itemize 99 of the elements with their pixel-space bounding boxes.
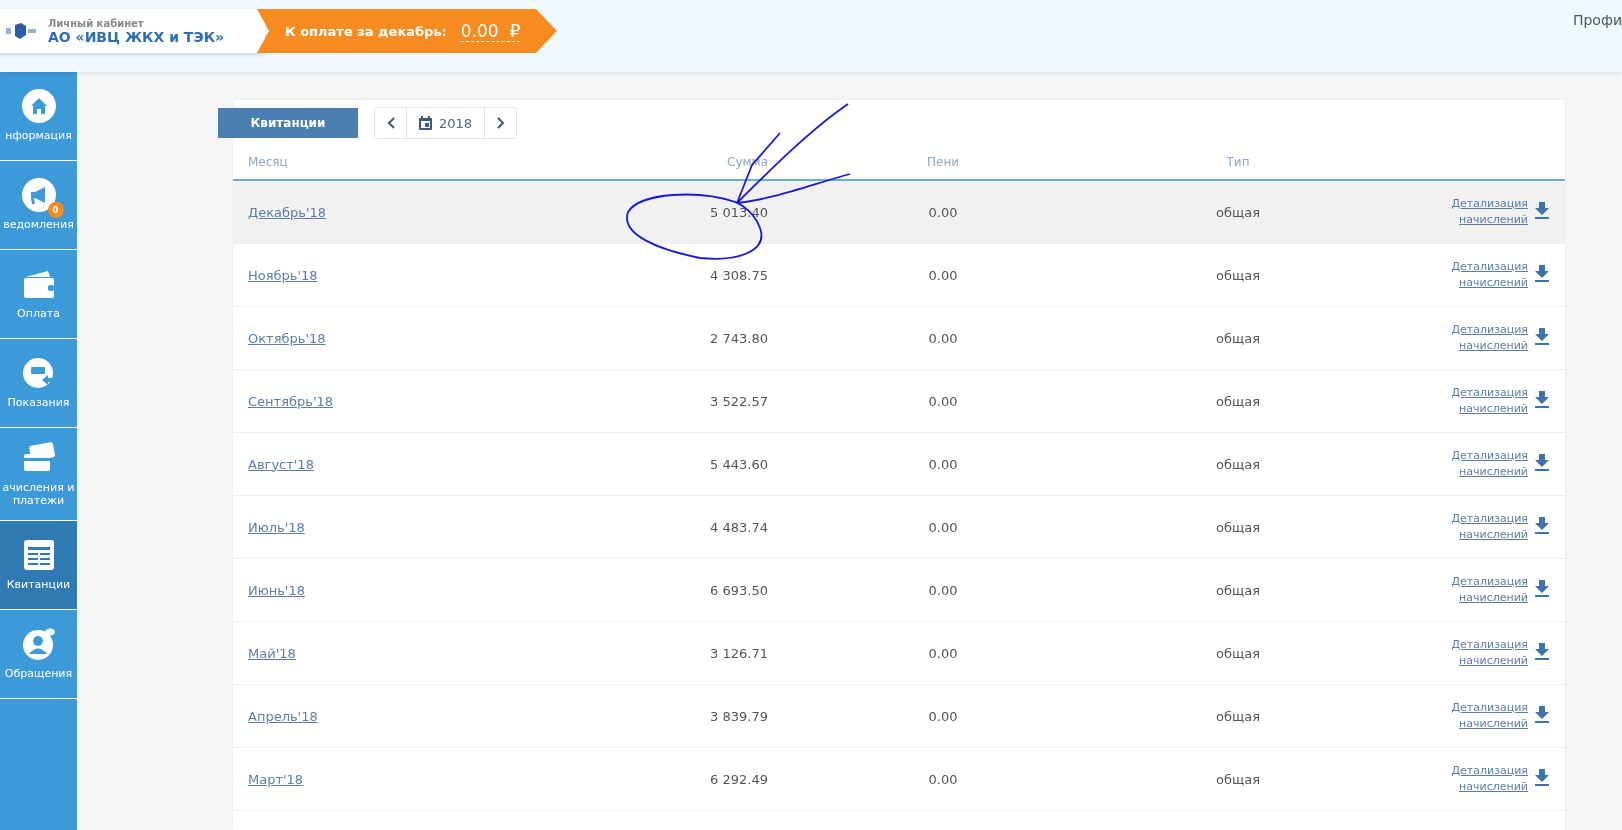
profile-link[interactable]: Профи (1572, 12, 1622, 28)
month-link[interactable]: Июль'18 (248, 519, 305, 535)
type-cell-text: общая (1215, 519, 1261, 535)
sidebar-label: Показания (7, 396, 70, 410)
penalty-cell-text: 0.00 (927, 393, 959, 409)
month-link[interactable]: Март'18 (248, 771, 304, 787)
download-icon[interactable] (1533, 391, 1550, 408)
month-link[interactable]: Август'18 (248, 456, 314, 472)
download-icon[interactable] (1533, 769, 1550, 786)
month-link[interactable]: Сентябрь'18 (248, 393, 333, 409)
penalty-cell-text: 0.00 (927, 456, 959, 472)
type-cell-text: общая (1215, 204, 1261, 220)
penalty-cell-text: 0.00 (927, 582, 959, 598)
type-cell-text: общая (1215, 267, 1261, 283)
year-picker[interactable]: 2018 (407, 108, 485, 138)
details-link[interactable]: Детализация начислений (1418, 447, 1528, 481)
meter-chat-icon (21, 356, 56, 391)
notification-badge: 0 (47, 202, 64, 219)
type-cell-text: общая (1215, 708, 1261, 724)
penalty-cell-text: 0.00 (927, 330, 959, 346)
details-link[interactable]: Детализация начислений (1418, 258, 1528, 292)
details-link[interactable]: Детализация начислений (1418, 510, 1528, 544)
details-link[interactable]: Детализация начислений (1418, 699, 1528, 733)
details-link[interactable]: Детализация начислений (1418, 636, 1528, 670)
calendar-icon (419, 116, 432, 130)
next-year-button[interactable] (484, 108, 517, 138)
megaphone-icon (21, 178, 56, 213)
company-name: АО «ИВЦ ЖКХ и ТЭК» (48, 28, 225, 45)
details-link[interactable]: Детализация начислений (1418, 573, 1528, 607)
sidebar-item[interactable]: Квитанции (0, 521, 77, 610)
sum-cell-text: 3 522.57 (709, 393, 769, 409)
home-icon (21, 89, 56, 124)
download-icon[interactable] (1533, 580, 1550, 597)
person-chat-icon (21, 627, 56, 662)
sidebar-label: Оплата (17, 307, 60, 321)
type-cell-text: общая (1215, 582, 1261, 598)
previous-year-button[interactable] (375, 108, 407, 138)
logo-icon (6, 23, 36, 39)
details-link[interactable]: Детализация начислений (1418, 384, 1528, 418)
sum-cell-text: 5 443.60 (709, 456, 769, 472)
penalty-cell-text: 0.00 (927, 708, 959, 724)
table-row[interactable]: Октябрь'18 2 743.80 0.00 общая Детализация начислений (233, 307, 1565, 370)
sidebar-label: ачисления и платежи (1, 480, 76, 508)
column-header: Месяц (248, 155, 289, 169)
cabinet-label: Личный кабинет (48, 17, 145, 29)
table-row[interactable]: Июль'18 4 483.74 0.00 общая Детализация начислений (233, 496, 1565, 559)
payment-amount[interactable]: 0.00 ₽ (460, 20, 521, 42)
sum-cell-text: 4 308.75 (709, 267, 769, 283)
sum-cell-text: 2 743.80 (709, 330, 769, 346)
download-icon[interactable] (1533, 454, 1550, 471)
type-cell-text: общая (1215, 393, 1261, 409)
sum-cell-text: 6 292.49 (709, 771, 769, 787)
download-icon[interactable] (1533, 643, 1550, 660)
penalty-cell-text: 0.00 (927, 519, 959, 535)
penalty-cell-text: 0.00 (927, 267, 959, 283)
penalty-cell-text: 0.00 (927, 204, 959, 220)
sum-cell-text: 6 693.50 (709, 582, 769, 598)
table-row[interactable]: Июнь'18 6 693.50 0.00 общая Детализация начислений (233, 559, 1565, 622)
download-icon[interactable] (1533, 517, 1550, 534)
chevron-left-icon (386, 117, 395, 129)
month-link[interactable]: Ноябрь'18 (248, 267, 318, 283)
column-header: Пени (925, 155, 961, 169)
details-link[interactable]: Детализация начислений (1418, 321, 1528, 355)
table-row[interactable]: Март'18 6 292.49 0.00 общая Детализация начислений (233, 748, 1565, 811)
month-link[interactable]: Октябрь'18 (248, 330, 326, 346)
sidebar-label: Квитанции (6, 578, 71, 592)
payment-label: К оплате за декабрь: (285, 23, 447, 39)
column-header: Тип (1225, 155, 1251, 169)
receipts-button[interactable]: Квитанции (218, 108, 358, 138)
penalty-cell-text: 0.00 (927, 771, 959, 787)
sum-cell-text: 3 126.71 (709, 645, 769, 661)
sidebar-label: Обращения (4, 667, 73, 681)
sidebar-label: нформация (5, 129, 72, 143)
sum-cell-text: 4 483.74 (709, 519, 769, 535)
table-row[interactable]: Ноябрь'18 4 308.75 0.00 общая Детализация начислений (233, 244, 1565, 307)
month-link[interactable]: Май'18 (248, 645, 296, 661)
type-cell-text: общая (1215, 645, 1261, 661)
month-link[interactable]: Апрель'18 (248, 708, 318, 724)
table-row[interactable]: Август'18 5 443.60 0.00 общая Детализация начислений (233, 433, 1565, 496)
table-row[interactable]: Апрель'18 3 839.79 0.00 общая Детализация начислений (233, 685, 1565, 748)
year-label: 2018 (439, 115, 473, 131)
download-icon[interactable] (1533, 328, 1550, 345)
download-icon[interactable] (1533, 706, 1550, 723)
download-icon[interactable] (1533, 265, 1550, 282)
chevron-right-icon (496, 117, 505, 129)
details-link[interactable]: Детализация начислений (1418, 762, 1528, 796)
receipt-icon (21, 538, 56, 573)
sum-cell-text: 3 839.79 (709, 708, 769, 724)
table-row[interactable]: Сентябрь'18 3 522.57 0.00 общая Детализация начислений (233, 370, 1565, 433)
type-cell-text: общая (1215, 330, 1261, 346)
penalty-cell-text: 0.00 (927, 645, 959, 661)
download-icon[interactable] (1533, 202, 1550, 219)
month-link[interactable]: Декабрь'18 (248, 204, 327, 220)
details-link[interactable]: Детализация начислений (1418, 195, 1528, 229)
sidebar-label: ведомления (3, 218, 74, 232)
type-cell-text: общая (1215, 771, 1261, 787)
type-cell-text: общая (1215, 456, 1261, 472)
table-row[interactable]: Май'18 3 126.71 0.00 общая Детализация начислений (233, 622, 1565, 685)
month-link[interactable]: Июнь'18 (248, 582, 305, 598)
